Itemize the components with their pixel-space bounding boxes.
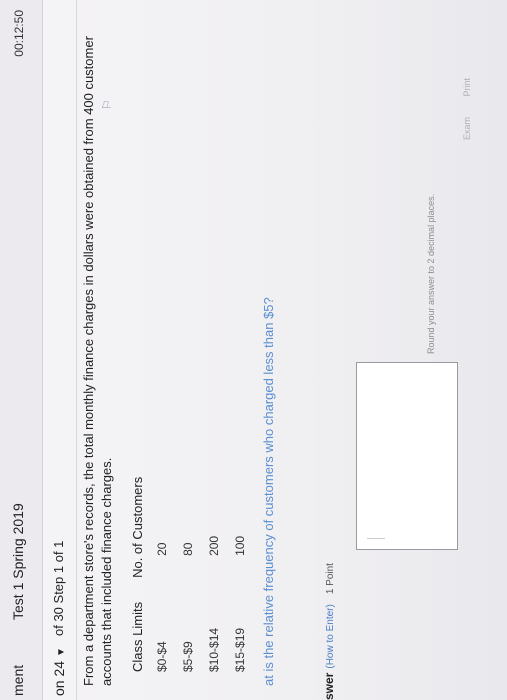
column-header: No. of Customers [130, 476, 145, 578]
question-selector-label: on 24 [51, 660, 67, 696]
caret-down-icon: ▼ [56, 647, 67, 657]
question-nav: on 24 ▼ of 30 Step 1 of 1 [42, 0, 77, 700]
customer-count: 200 [207, 535, 221, 556]
exam-screen: ment Test 1 Spring 2019 00:12:50 on 24 ▼ … [0, 0, 507, 700]
text-cursor [367, 538, 385, 539]
step-indicator: of 30 Step 1 of 1 [51, 540, 66, 636]
assignment-breadcrumb[interactable]: ment [10, 665, 26, 696]
footer: Exam Print [462, 60, 472, 140]
table-row: $5-$9 80 [175, 453, 201, 672]
table-row: $10-$14 200 [201, 453, 227, 672]
photo-background: ment Test 1 Spring 2019 00:12:50 on 24 ▼ … [0, 0, 507, 700]
problem-prompt: From a department store's records, the t… [81, 36, 114, 686]
answer-label: swer [322, 672, 336, 700]
frequency-table: Class Limits No. of Customers $0-$4 20 $… [126, 453, 253, 672]
footer-exam[interactable]: Exam [462, 117, 472, 140]
customer-count: 80 [181, 542, 195, 556]
table-row: $15-$19 100 [227, 453, 253, 672]
column-header: Class Limits [130, 601, 145, 672]
test-title: Test 1 Spring 2019 [10, 503, 26, 620]
customer-count: 20 [155, 542, 169, 556]
answer-row: swer (How to Enter) 1 Point [322, 0, 336, 700]
class-limit: $15-$19 [233, 627, 247, 672]
table-header-row: Class Limits No. of Customers [126, 453, 149, 672]
question-content: From a department store's records, the t… [80, 26, 276, 686]
class-limit: $0-$4 [155, 641, 169, 672]
answer-input[interactable] [356, 362, 458, 550]
how-to-enter-link[interactable]: (How to Enter) [325, 604, 336, 668]
timer: 00:12:50 [12, 10, 26, 57]
points-label: 1 Point [325, 563, 336, 595]
class-limit: $5-$9 [181, 641, 195, 672]
class-limit: $10-$14 [207, 627, 221, 672]
rounding-hint: Round your answer to 2 decimal places. [426, 193, 436, 354]
table-row: $0-$4 20 [149, 453, 175, 672]
question-selector[interactable]: on 24 ▼ [51, 647, 67, 696]
customer-count: 100 [233, 535, 247, 556]
footer-print[interactable]: Print [462, 78, 472, 97]
top-bar: ment Test 1 Spring 2019 00:12:50 [0, 0, 43, 700]
question-text: at is the relative frequency of customer… [261, 297, 276, 686]
